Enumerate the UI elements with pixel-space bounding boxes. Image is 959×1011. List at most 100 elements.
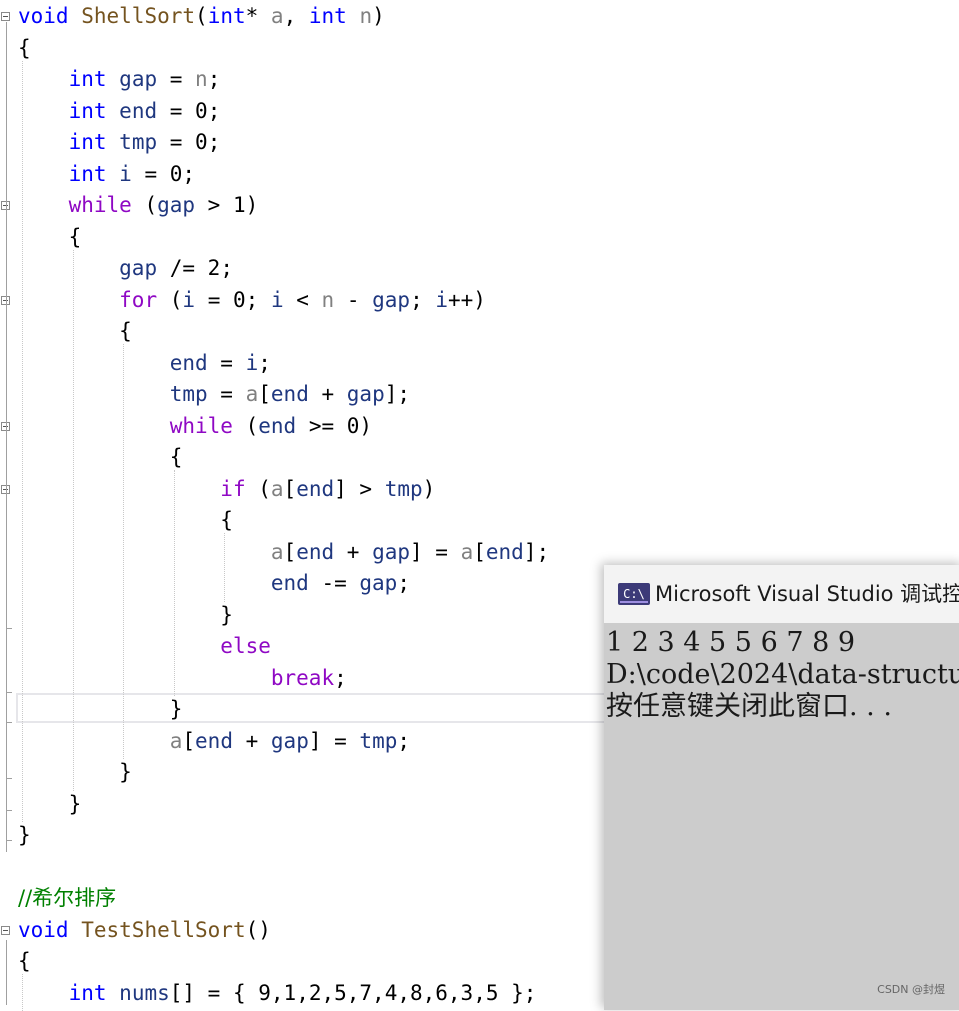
code-token: tmp <box>169 382 208 406</box>
code-token: nums <box>119 980 170 1005</box>
code-token: > <box>195 193 233 217</box>
code-token: 2 <box>207 256 221 280</box>
code-token: { <box>18 319 132 343</box>
code-token: ; <box>182 161 196 186</box>
code-token: for <box>119 287 158 312</box>
console-titlebar[interactable]: C:\ Microsoft Visual Studio 调试控制台 <box>604 565 959 623</box>
collapse-toggle-icon[interactable] <box>1 12 10 21</box>
outline-bar <box>6 940 7 1005</box>
code-token: i <box>182 287 196 312</box>
code-token: while <box>169 413 233 438</box>
code-token: gap <box>372 539 410 564</box>
code-line: a[end + gap] = tmp; <box>18 726 410 757</box>
code-token: () <box>245 917 271 942</box>
code-token: { <box>18 508 233 532</box>
code-token: { <box>18 949 31 973</box>
code-token: end <box>270 382 309 406</box>
code-token: ] = <box>410 539 461 564</box>
code-token: else <box>220 634 271 658</box>
code-token: } <box>18 760 132 784</box>
watermark: CSDN @封煜 <box>877 983 945 996</box>
code-token: int <box>68 161 107 186</box>
code-token: = <box>157 130 196 154</box>
code-token: while <box>68 193 132 217</box>
indent-guide <box>22 974 23 1011</box>
outline-tick <box>6 692 12 693</box>
indent-guide <box>72 249 74 791</box>
code-token: 0 <box>346 413 360 438</box>
code-token: [ <box>283 539 297 564</box>
code-token: { <box>18 224 82 249</box>
code-line: end = i; <box>18 348 271 379</box>
code-token: n <box>195 67 208 91</box>
code-token: end <box>195 728 233 753</box>
code-token: tmp <box>384 476 423 501</box>
code-token: ) <box>245 193 259 217</box>
code-token: int <box>68 980 107 1005</box>
code-line: } <box>18 789 82 820</box>
code-token: ) <box>372 4 385 28</box>
code-token: -= <box>308 571 360 595</box>
code-line: tmp = a[end + gap]; <box>18 379 410 410</box>
code-token: TestShellSort <box>81 917 246 942</box>
code-token: i <box>245 350 259 375</box>
code-token: tmp <box>359 728 398 753</box>
code-token: a <box>460 539 474 564</box>
debug-console-window[interactable]: C:\ Microsoft Visual Studio 调试控制台 1 2 3 … <box>604 565 959 1010</box>
code-token: int <box>68 98 107 123</box>
code-line: else <box>18 631 271 662</box>
code-token: 0 <box>195 98 208 123</box>
code-token: 0 <box>169 161 183 186</box>
code-line: { <box>18 316 132 347</box>
code-token: >= <box>296 413 347 438</box>
code-token: end <box>119 98 158 123</box>
code-line: break; <box>18 663 347 694</box>
code-token: = <box>207 382 246 406</box>
code-line: } <box>18 600 233 631</box>
code-line: { <box>18 442 183 473</box>
code-token: ; <box>220 256 233 280</box>
console-output-prompt: 按任意键关闭此窗口. . . <box>606 691 892 722</box>
code-token: ( <box>195 4 208 28</box>
code-token: 0 <box>195 130 208 154</box>
collapse-toggle-icon[interactable] <box>1 925 10 935</box>
code-token: n <box>321 287 335 312</box>
code-line: } <box>18 820 31 851</box>
outline-tick <box>6 810 12 811</box>
code-line: a[end + gap] = a[end]; <box>18 537 549 568</box>
indent-guide <box>173 470 175 696</box>
code-token: gap <box>372 287 411 312</box>
code-token: ( <box>245 476 271 501</box>
code-token: i <box>435 287 449 312</box>
code-token: gap <box>157 193 196 217</box>
code-line: } <box>18 694 183 725</box>
code-token: ; <box>207 98 221 123</box>
code-line: int nums[] = { 9,1,2,5,7,4,8,6,3,5 }; <box>18 978 537 1009</box>
code-token: < <box>283 287 322 312</box>
code-token: a <box>169 728 183 753</box>
code-token: , <box>283 4 309 28</box>
code-token: i <box>119 161 132 186</box>
console-output-sorted: 1 2 3 4 5 5 6 7 8 9 <box>606 627 856 658</box>
code-token: ; <box>207 67 221 91</box>
code-token: void <box>18 4 69 28</box>
code-token: = <box>131 161 170 186</box>
code-line: while (gap > 1) <box>18 190 259 221</box>
code-token: } <box>18 602 233 627</box>
code-token: n <box>359 4 373 28</box>
code-token: int <box>68 67 107 91</box>
code-token: break <box>270 665 335 690</box>
code-line: for (i = 0; i < n - gap; i++) <box>18 285 486 316</box>
code-token: end <box>270 571 309 595</box>
code-token: end <box>485 539 524 564</box>
code-token: 9,1,2,5,7,4,8,6,3,5 <box>258 980 499 1005</box>
